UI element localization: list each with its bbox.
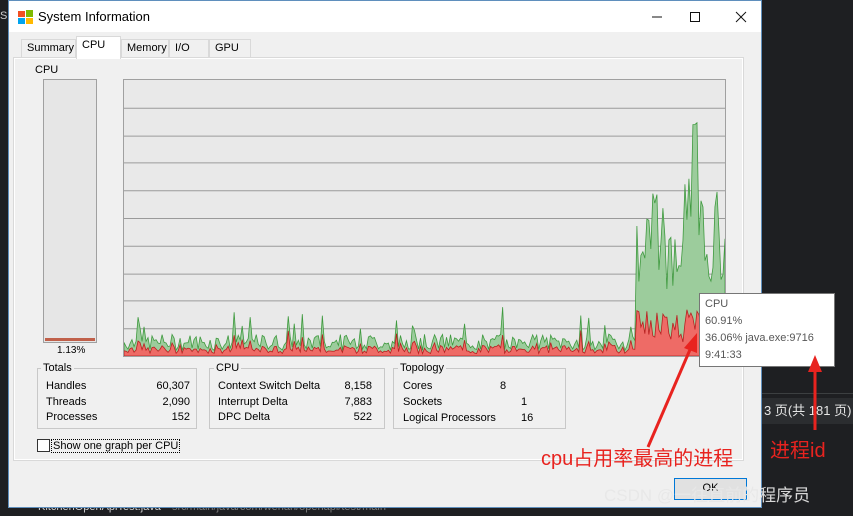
arrow-to-process <box>646 333 697 448</box>
tab-cpu[interactable]: CPU <box>76 36 121 59</box>
annotation-process-id: 进程id <box>770 440 826 462</box>
annotation-arrows <box>646 333 822 448</box>
annotation-highest-cpu-process: cpu占用率最高的进程 <box>541 448 734 470</box>
arrow-to-process-id <box>808 355 822 430</box>
csdn-watermark: CSDN @一往直前的程序员 <box>604 486 811 505</box>
